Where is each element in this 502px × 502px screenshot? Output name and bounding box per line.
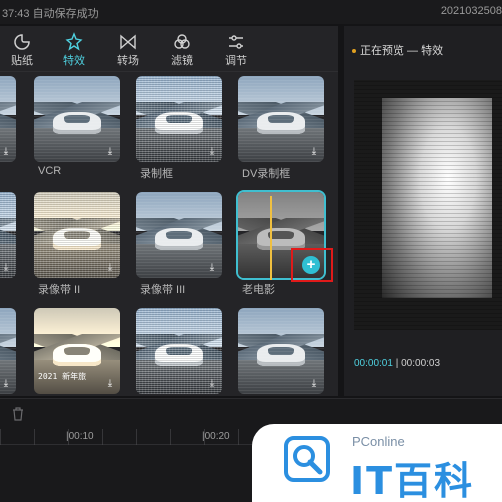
watermark-small-text: PConline	[352, 434, 405, 449]
preview-timecode: 00:00:01 | 00:00:03	[354, 358, 440, 369]
preview-title: 正在预览 — 特效	[352, 42, 443, 58]
current-time: 00:00:01	[354, 358, 393, 369]
effect-label: VCR	[38, 165, 62, 177]
effect-card-vhs-3[interactable]: ⤓	[136, 192, 222, 278]
effects-panel: 贴纸 特效 转场 滤镜 调节 ⤓ ⤓ ⤓ ⤓ VCR ⤓ 录制框 ⤓ DV录制框…	[0, 26, 338, 396]
magnifier-logo-icon	[284, 436, 330, 482]
effect-card-recording-frame[interactable]: ⤓	[136, 76, 222, 162]
preview-panel: 正在预览 — 特效 00:00:01 | 00:00:03	[344, 26, 502, 396]
card-overlay-text: 2021 新年旅	[38, 372, 87, 381]
download-icon: ⤓	[107, 378, 113, 389]
download-icon: ⤓	[3, 378, 9, 389]
tab-label: 特效	[63, 55, 85, 67]
effect-label: DV录制框	[242, 168, 291, 180]
download-icon: ⤓	[3, 262, 9, 273]
sparkle-icon	[52, 30, 96, 52]
playhead-line	[270, 196, 272, 280]
effect-label: 录像带 III	[140, 284, 186, 296]
effect-card-vcr[interactable]: ⤓	[34, 76, 120, 162]
effect-card-partial[interactable]: ⤓	[0, 192, 16, 278]
download-icon: ⤓	[311, 378, 317, 389]
time-separator: |	[395, 358, 399, 369]
autosave-status: 37:43 自动保存成功	[2, 8, 99, 20]
tab-adjust[interactable]: 调节	[214, 30, 258, 70]
tab-label: 转场	[117, 55, 139, 67]
filter-icon	[160, 30, 204, 52]
category-tabs: 贴纸 特效 转场 滤镜 调节	[0, 26, 338, 72]
tab-effects[interactable]: 特效	[52, 30, 96, 70]
effects-grid: ⤓ ⤓ ⤓ ⤓ VCR ⤓ 录制框 ⤓ DV录制框 ⤓ 录像带 II ⤓ 录像带…	[0, 72, 338, 396]
download-icon: ⤓	[107, 146, 113, 157]
download-icon: ⤓	[3, 146, 9, 157]
preview-screen[interactable]	[354, 80, 502, 330]
tab-filter[interactable]: 滤镜	[160, 30, 204, 70]
effect-label: 录像带 II	[38, 284, 81, 296]
highlight-box	[291, 248, 333, 282]
tab-transition[interactable]: 转场	[106, 30, 150, 70]
watermark-big-text: IT百科	[350, 459, 475, 502]
total-time: 00:00:03	[401, 358, 441, 369]
effect-label: 录制框	[140, 168, 173, 180]
preview-title-text: 正在预览 — 特效	[360, 45, 444, 57]
effect-card[interactable]: 2021 新年旅 ⤓	[34, 308, 120, 394]
download-icon: ⤓	[311, 146, 317, 157]
project-name: 2021032508	[440, 5, 502, 17]
transition-icon	[106, 30, 150, 52]
effect-card[interactable]: ⤓	[136, 308, 222, 394]
effect-card-vhs-2[interactable]: ⤓	[34, 192, 120, 278]
effect-card[interactable]: ⤓	[238, 308, 324, 394]
trash-icon[interactable]	[12, 407, 24, 421]
download-icon: ⤓	[209, 378, 215, 389]
tab-label: 调节	[225, 55, 247, 67]
effect-card-partial[interactable]: ⤓	[0, 76, 16, 162]
tab-sticker[interactable]: 贴纸	[0, 30, 44, 70]
adjust-icon	[214, 30, 258, 52]
download-icon: ⤓	[107, 262, 113, 273]
watermark: PConline IT百科	[252, 424, 502, 502]
effect-label: 老电影	[242, 284, 275, 296]
title-bar: 37:43 自动保存成功 2021032508	[0, 0, 502, 24]
sticker-icon	[0, 30, 44, 52]
preview-scanlines	[354, 80, 502, 330]
download-icon: ⤓	[209, 262, 215, 273]
tick-label: |00:20	[202, 431, 230, 442]
download-icon: ⤓	[209, 146, 215, 157]
tick-label: |00:10	[66, 431, 94, 442]
preview-dot-icon	[352, 49, 356, 54]
tab-label: 滤镜	[171, 55, 193, 67]
tab-label: 贴纸	[11, 55, 33, 67]
effect-card-partial[interactable]: ⤓	[0, 308, 16, 394]
effect-card-dv-frame[interactable]: ⤓	[238, 76, 324, 162]
